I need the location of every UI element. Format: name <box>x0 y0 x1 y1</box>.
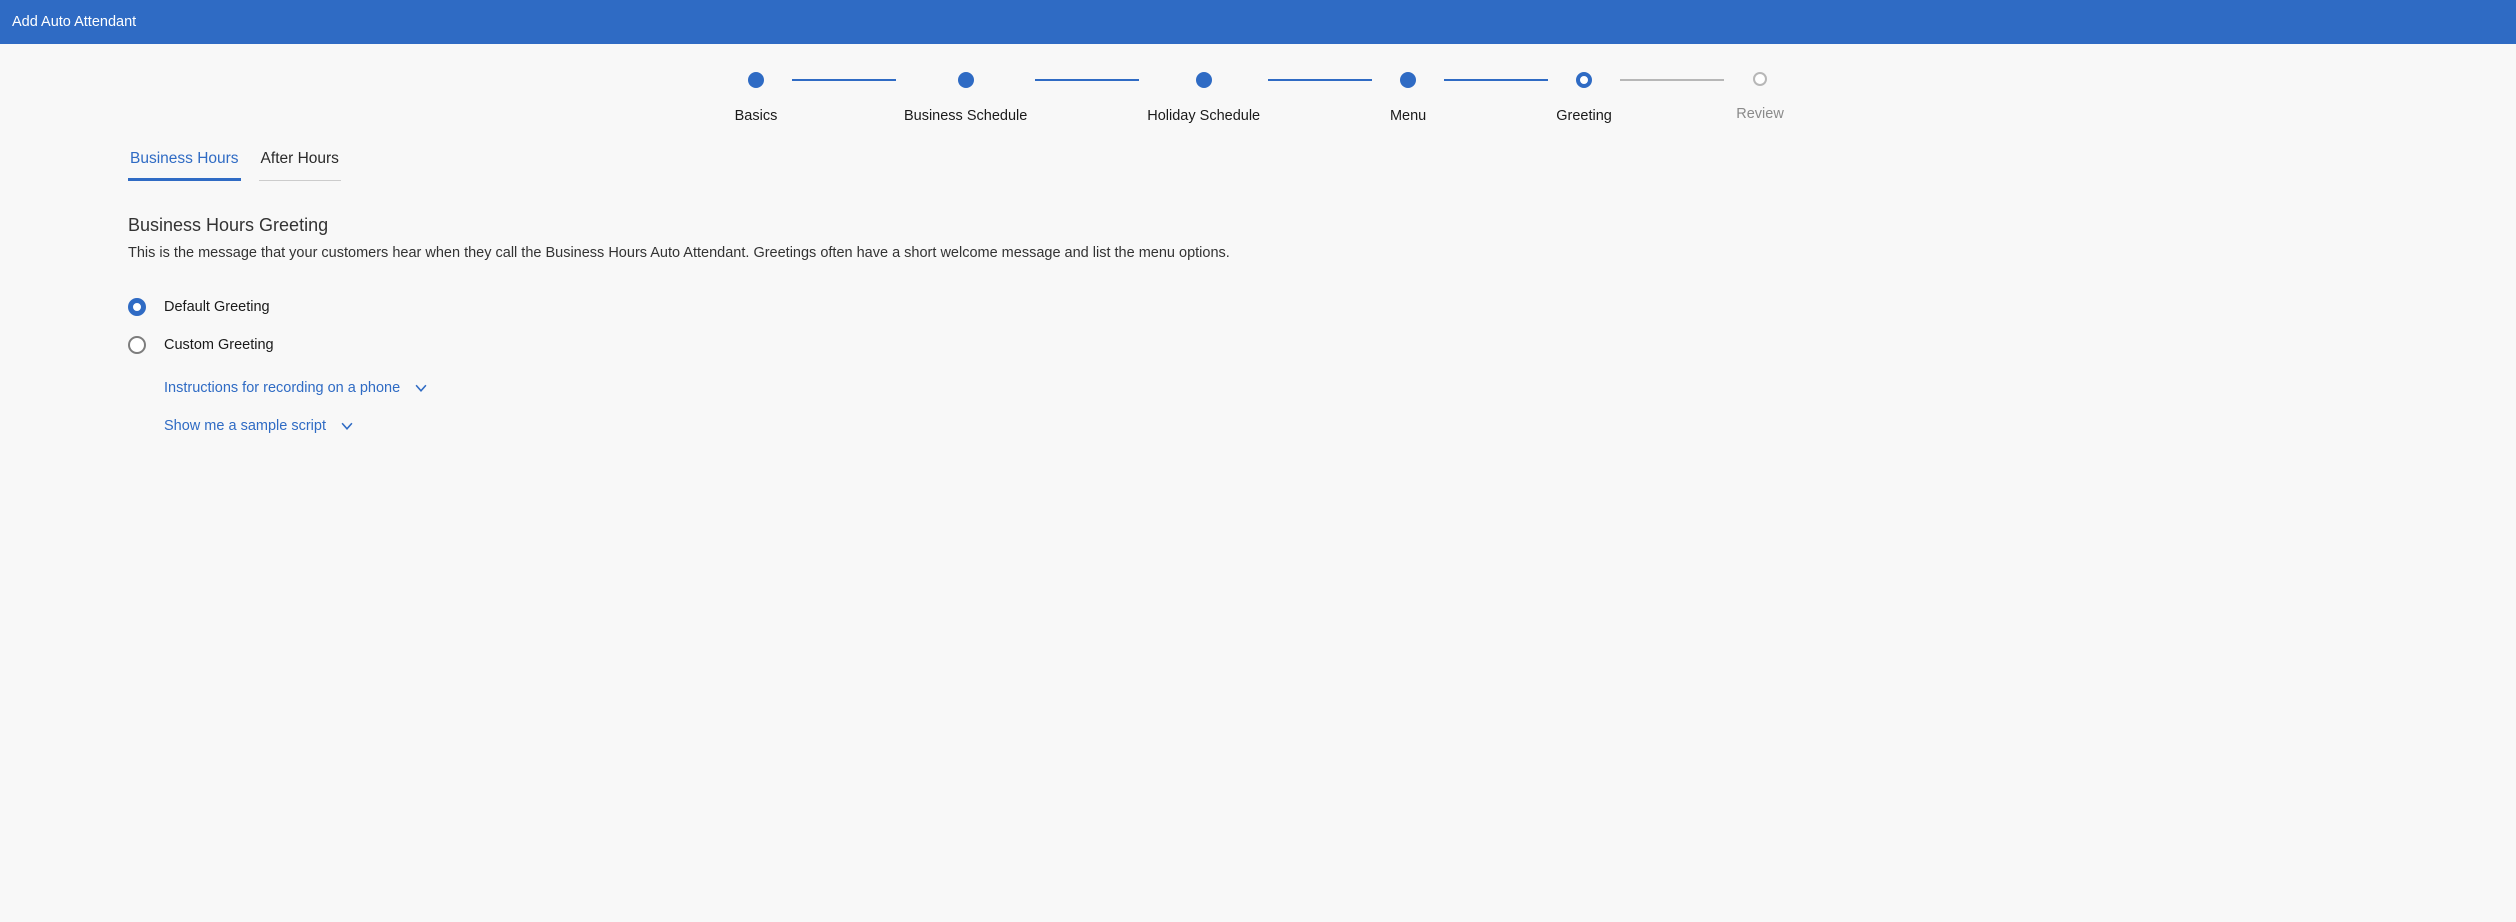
page-title: Add Auto Attendant <box>12 14 136 30</box>
main-content: Business Hours After Hours Business Hour… <box>0 146 2516 474</box>
greeting-mode-radio-group: Default Greeting Custom Greeting <box>128 298 2388 354</box>
step-connector <box>1444 79 1548 81</box>
step-label: Business Schedule <box>904 108 1027 124</box>
step-basics[interactable]: Basics <box>728 72 784 124</box>
step-dot-icon <box>958 72 974 88</box>
step-holiday-schedule[interactable]: Holiday Schedule <box>1147 72 1260 124</box>
step-label: Menu <box>1390 108 1426 124</box>
chevron-down-icon <box>414 381 428 395</box>
step-label: Greeting <box>1556 108 1612 124</box>
wizard-stepper: Basics Business Schedule Holiday Schedul… <box>0 44 2516 146</box>
link-sample-script[interactable]: Show me a sample script <box>164 418 354 434</box>
tab-after-hours[interactable]: After Hours <box>259 146 341 181</box>
tab-label: Business Hours <box>130 150 239 167</box>
step-label: Holiday Schedule <box>1147 108 1260 124</box>
tab-label: After Hours <box>261 150 339 167</box>
tab-business-hours[interactable]: Business Hours <box>128 146 241 181</box>
custom-greeting-links: Instructions for recording on a phone Sh… <box>128 380 2388 434</box>
step-dot-icon <box>1753 72 1767 86</box>
step-connector <box>1268 79 1372 81</box>
step-label: Review <box>1736 106 1784 122</box>
link-label: Show me a sample script <box>164 418 326 434</box>
page-header: Add Auto Attendant <box>0 0 2516 44</box>
step-connector <box>1035 79 1139 81</box>
step-connector <box>792 79 896 81</box>
greeting-hours-tabs: Business Hours After Hours <box>128 146 2388 181</box>
radio-label: Custom Greeting <box>164 337 274 353</box>
section-title: Business Hours Greeting <box>128 215 2388 236</box>
radio-unselected-icon <box>128 336 146 354</box>
step-review[interactable]: Review <box>1732 72 1788 122</box>
greeting-option-default[interactable]: Default Greeting <box>128 298 2388 316</box>
radio-label: Default Greeting <box>164 299 270 315</box>
greeting-option-custom[interactable]: Custom Greeting <box>128 336 2388 354</box>
step-dot-icon <box>748 72 764 88</box>
step-connector <box>1620 79 1724 81</box>
radio-selected-icon <box>128 298 146 316</box>
section-description: This is the message that your customers … <box>128 242 2388 264</box>
step-label: Basics <box>735 108 778 124</box>
chevron-down-icon <box>340 419 354 433</box>
step-menu[interactable]: Menu <box>1380 72 1436 124</box>
step-dot-icon <box>1196 72 1212 88</box>
step-business-schedule[interactable]: Business Schedule <box>904 72 1027 124</box>
step-greeting[interactable]: Greeting <box>1556 72 1612 124</box>
step-dot-icon <box>1400 72 1416 88</box>
link-label: Instructions for recording on a phone <box>164 380 400 396</box>
step-dot-icon <box>1576 72 1592 88</box>
link-recording-instructions[interactable]: Instructions for recording on a phone <box>164 380 428 396</box>
